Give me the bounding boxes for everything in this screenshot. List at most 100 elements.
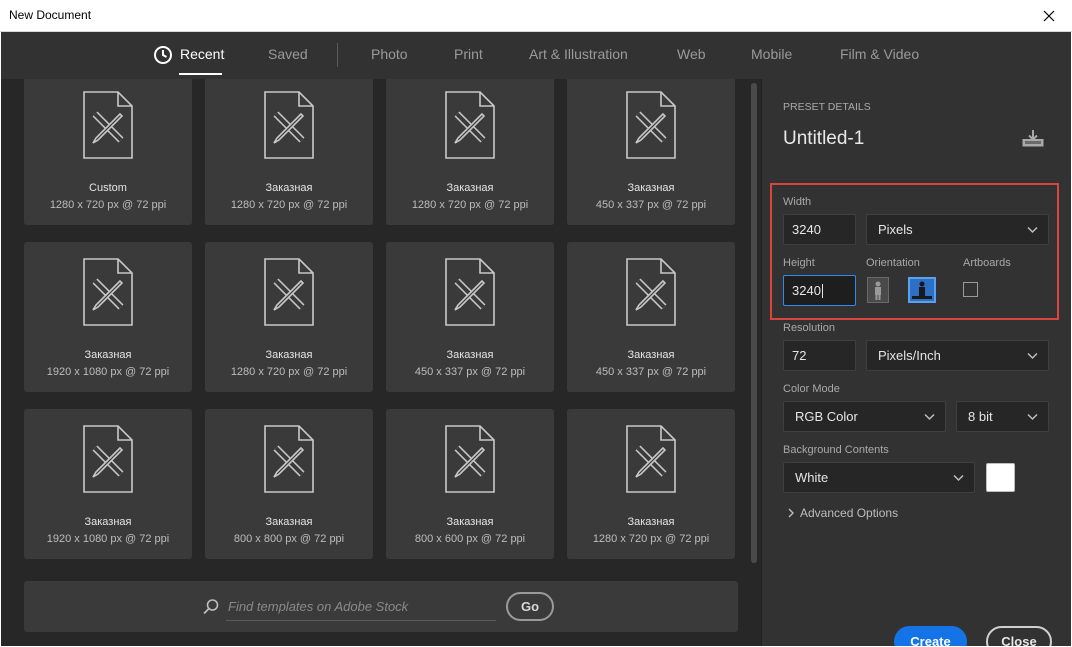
document-icon — [442, 424, 498, 499]
tab-film-video[interactable]: Film & Video — [840, 46, 919, 62]
tab-print[interactable]: Print — [454, 46, 483, 62]
close-icon — [1043, 10, 1055, 21]
window-title: New Document — [9, 8, 92, 22]
chevron-down-icon — [953, 474, 964, 482]
bit-depth-value: 8 bit — [968, 409, 993, 424]
go-button[interactable]: Go — [506, 592, 554, 621]
text-caret — [821, 283, 823, 298]
document-name[interactable]: Untitled-1 — [783, 128, 864, 150]
category-tabs: Recent Saved Photo Print Art & Illustrat… — [1, 32, 1071, 79]
title-bar: New Document — [0, 0, 1072, 32]
window-close-button[interactable] — [1026, 0, 1072, 31]
width-label: Width — [783, 196, 812, 208]
search-icon — [203, 599, 219, 615]
document-icon — [261, 424, 317, 499]
preset-name: Заказная — [627, 182, 675, 194]
preset-card[interactable]: Заказная 800 x 600 px @ 72 ppi — [386, 409, 554, 559]
document-icon — [623, 257, 679, 332]
preset-card[interactable]: Заказная 1280 x 720 px @ 72 ppi — [386, 79, 554, 225]
preset-size: 450 x 337 px @ 72 ppi — [595, 366, 707, 378]
preset-card[interactable]: Заказная 1280 x 720 px @ 72 ppi — [205, 79, 373, 225]
new-document-dialog: Recent Saved Photo Print Art & Illustrat… — [1, 32, 1071, 646]
document-icon — [623, 90, 679, 165]
tab-art-illustration[interactable]: Art & Illustration — [529, 46, 628, 62]
preset-name: Заказная — [84, 516, 132, 528]
document-icon — [623, 424, 679, 499]
preset-name: Заказная — [265, 516, 313, 528]
preset-size: 1920 x 1080 px @ 72 ppi — [46, 533, 170, 545]
preset-card[interactable]: Заказная 1280 x 720 px @ 72 ppi — [205, 242, 373, 392]
preset-size: 1280 x 720 px @ 72 ppi — [592, 533, 710, 545]
background-contents-label: Background Contents — [783, 444, 889, 456]
document-icon — [80, 257, 136, 332]
preset-details-panel: PRESET DETAILS Untitled-1 Width 3240 Pix… — [761, 79, 1071, 646]
close-button[interactable]: Close — [986, 626, 1052, 646]
artboards-label: Artboards — [963, 257, 1011, 269]
preset-name: Заказная — [265, 349, 313, 361]
height-input[interactable]: 3240 — [783, 275, 856, 306]
preset-size: 1920 x 1080 px @ 72 ppi — [46, 366, 170, 378]
chevron-right-icon — [788, 508, 794, 518]
document-icon — [80, 424, 136, 499]
preset-card[interactable]: Custom 1280 x 720 px @ 72 ppi — [24, 79, 192, 225]
background-contents-value: White — [795, 470, 829, 485]
preset-name: Заказная — [446, 349, 494, 361]
preset-details-header: PRESET DETAILS — [783, 101, 871, 113]
tab-saved[interactable]: Saved — [268, 46, 308, 62]
document-icon — [80, 90, 136, 165]
advanced-options-toggle[interactable]: Advanced Options — [787, 506, 898, 520]
resolution-input[interactable]: 72 — [783, 340, 856, 371]
landscape-orientation-button[interactable] — [908, 277, 936, 303]
background-color-swatch[interactable] — [986, 463, 1015, 492]
preset-name: Custom — [89, 182, 127, 194]
width-unit-select[interactable]: Pixels — [866, 214, 1049, 245]
artboards-checkbox[interactable] — [963, 282, 978, 297]
tab-divider — [337, 43, 338, 67]
clock-icon — [154, 46, 172, 64]
preset-name: Заказная — [84, 349, 132, 361]
stock-search-bar: Go — [24, 581, 738, 632]
preset-card[interactable]: Заказная 450 x 337 px @ 72 ppi — [386, 242, 554, 392]
color-mode-value: RGB Color — [795, 409, 858, 424]
document-icon — [261, 90, 317, 165]
resolution-unit-value: Pixels/Inch — [878, 348, 941, 363]
tab-recent[interactable]: Recent — [180, 46, 224, 62]
create-button[interactable]: Create — [894, 626, 967, 646]
preset-card[interactable]: Заказная 450 x 337 px @ 72 ppi — [567, 79, 735, 225]
width-input[interactable]: 3240 — [783, 214, 856, 245]
preset-name: Заказная — [627, 516, 675, 528]
preset-card[interactable]: Заказная 1920 x 1080 px @ 72 ppi — [24, 409, 192, 559]
preset-size: 1280 x 720 px @ 72 ppi — [411, 199, 529, 211]
active-tab-indicator — [179, 73, 222, 75]
tab-mobile[interactable]: Mobile — [751, 46, 792, 62]
preset-size: 450 x 337 px @ 72 ppi — [414, 366, 526, 378]
color-mode-select[interactable]: RGB Color — [783, 401, 946, 432]
resolution-unit-select[interactable]: Pixels/Inch — [866, 340, 1049, 371]
document-icon — [442, 257, 498, 332]
background-contents-select[interactable]: White — [783, 462, 975, 493]
height-label: Height — [783, 257, 815, 269]
portrait-icon — [867, 277, 889, 303]
preset-size: 450 x 337 px @ 72 ppi — [595, 199, 707, 211]
color-mode-label: Color Mode — [783, 383, 840, 395]
preset-name: Заказная — [265, 182, 313, 194]
preset-card[interactable]: Заказная 450 x 337 px @ 72 ppi — [567, 242, 735, 392]
preset-card[interactable]: Заказная 800 x 800 px @ 72 ppi — [205, 409, 373, 559]
save-preset-icon[interactable] — [1021, 129, 1045, 149]
chevron-down-icon — [1027, 226, 1038, 234]
preset-size: 800 x 600 px @ 72 ppi — [414, 533, 526, 545]
portrait-orientation-button[interactable] — [867, 277, 889, 303]
orientation-label: Orientation — [866, 257, 920, 269]
preset-card[interactable]: Заказная 1920 x 1080 px @ 72 ppi — [24, 242, 192, 392]
document-icon — [261, 257, 317, 332]
preset-size: 1280 x 720 px @ 72 ppi — [49, 199, 167, 211]
height-value: 3240 — [792, 283, 821, 298]
preset-card[interactable]: Заказная 1280 x 720 px @ 72 ppi — [567, 409, 735, 559]
presets-panel: Custom 1280 x 720 px @ 72 ppi Заказная 1280… — [1, 79, 761, 646]
tab-photo[interactable]: Photo — [371, 46, 408, 62]
chevron-down-icon — [1027, 352, 1038, 360]
scrollbar-thumb[interactable] — [751, 83, 757, 563]
stock-search-input[interactable] — [226, 593, 496, 621]
tab-web[interactable]: Web — [677, 46, 706, 62]
bit-depth-select[interactable]: 8 bit — [956, 401, 1049, 432]
